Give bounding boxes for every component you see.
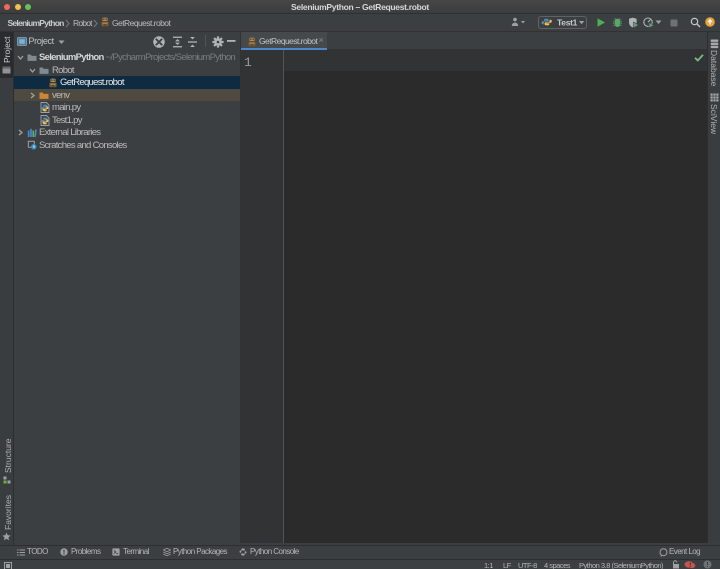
svg-text:Test1: Test1 — [557, 17, 578, 27]
